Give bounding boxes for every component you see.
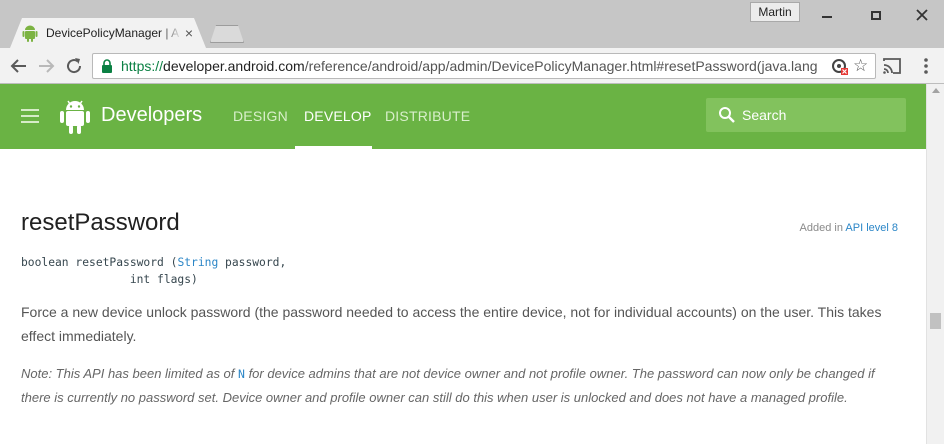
close-icon xyxy=(915,9,928,21)
signature-line1-prefix: boolean resetPassword ( xyxy=(21,256,178,269)
maximize-icon xyxy=(870,10,881,20)
method-note: Note: This API has been limited as of N … xyxy=(21,362,901,410)
method-description: Force a new device unlock password (the … xyxy=(21,304,882,344)
nav-tab-develop[interactable]: DEVELOP xyxy=(304,108,372,124)
url-scheme: https:// xyxy=(121,58,164,74)
note-before: Note: This API has been limited as of xyxy=(21,366,239,381)
android-favicon-icon xyxy=(22,25,38,42)
hamburger-menu-icon[interactable] xyxy=(21,109,39,123)
tab-close-icon[interactable]: × xyxy=(181,25,197,41)
reload-icon[interactable] xyxy=(62,54,86,78)
search-icon xyxy=(719,107,735,123)
new-tab-button[interactable] xyxy=(210,25,244,43)
page-content: resetPassword Added in API level 8 boole… xyxy=(0,149,926,444)
site-brand[interactable]: Developers xyxy=(101,104,202,127)
maximize-button[interactable] xyxy=(852,0,899,30)
scrollbar-thumb[interactable] xyxy=(930,313,941,329)
tab-title-fade xyxy=(160,22,182,44)
method-signature: boolean resetPassword (String password, … xyxy=(21,254,286,288)
kebab-menu-icon[interactable] xyxy=(918,57,934,75)
close-window-button[interactable] xyxy=(898,0,944,30)
added-in-api: Added in API level 8 xyxy=(800,222,898,234)
star-icon[interactable]: ☆ xyxy=(853,56,868,76)
scroll-up-arrow-icon[interactable] xyxy=(932,88,940,93)
method-title: resetPassword xyxy=(21,209,180,236)
url-path: /reference/android/app/admin/DevicePolic… xyxy=(304,58,818,74)
search-label: Search xyxy=(742,107,787,123)
minimize-icon xyxy=(821,16,832,18)
signature-line2: int flags) xyxy=(21,273,198,286)
api-level-link[interactable]: API level 8 xyxy=(845,222,898,234)
url-text[interactable]: https://developer.android.com/reference/… xyxy=(121,58,821,74)
site-header: Developers DESIGN DEVELOP DISTRIBUTE Sea… xyxy=(0,84,926,149)
signature-line1-suffix: password, xyxy=(218,256,287,269)
lock-icon[interactable] xyxy=(101,59,113,73)
profile-button[interactable]: Martin xyxy=(750,2,800,22)
android-logo-icon[interactable] xyxy=(58,96,92,136)
site-settings-icon[interactable] xyxy=(831,58,849,76)
arrow-back-icon[interactable] xyxy=(7,54,31,78)
string-type-link[interactable]: String xyxy=(177,256,218,269)
cast-icon[interactable] xyxy=(882,57,902,75)
minimize-button[interactable] xyxy=(803,0,850,30)
api-n-link[interactable]: N xyxy=(238,367,245,381)
nav-tab-design[interactable]: DESIGN xyxy=(233,108,288,124)
added-prefix: Added in xyxy=(799,222,846,234)
nav-tab-distribute[interactable]: DISTRIBUTE xyxy=(385,108,470,124)
arrow-forward-icon[interactable] xyxy=(34,54,58,78)
search-box[interactable]: Search xyxy=(706,98,906,132)
page-scrollbar[interactable] xyxy=(926,84,944,444)
url-host: developer.android.com xyxy=(163,58,305,74)
address-bar[interactable]: https://developer.android.com/reference/… xyxy=(92,53,876,79)
browser-toolbar: https://developer.android.com/reference/… xyxy=(0,48,944,84)
